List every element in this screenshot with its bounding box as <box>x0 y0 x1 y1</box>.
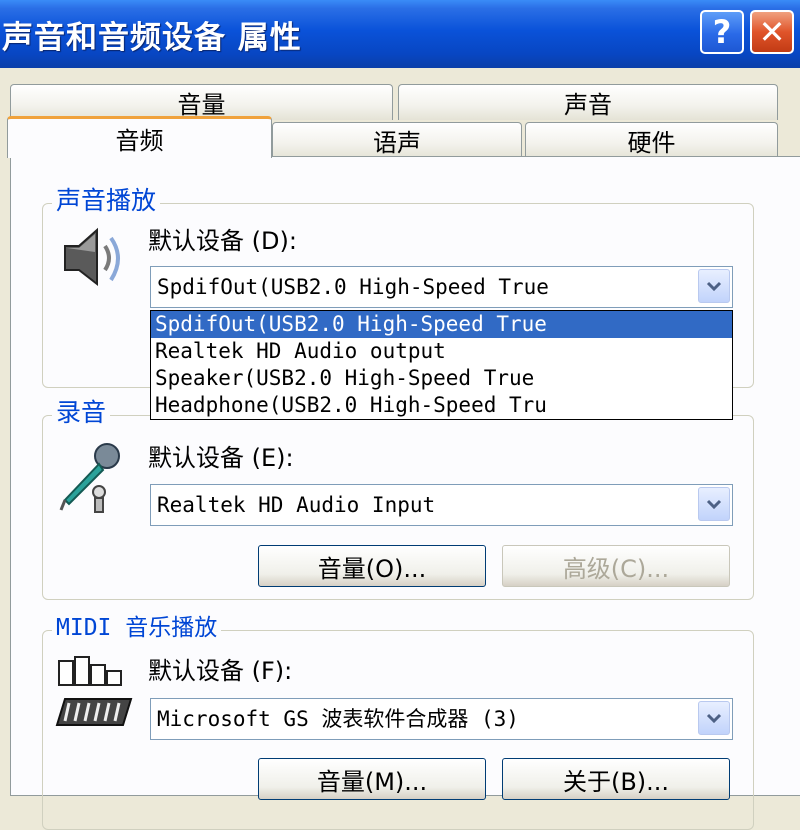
midi-selected-value: Microsoft GS 波表软件合成器 (3) <box>157 707 519 731</box>
chevron-down-icon[interactable] <box>698 487 730 521</box>
chevron-down-icon[interactable] <box>698 701 730 735</box>
tab-label: 硬件 <box>627 129 676 157</box>
midi-keyboard-icon <box>55 656 133 726</box>
tab-label: 语声 <box>373 129 421 157</box>
dropdown-option[interactable]: SpdifOut(USB2.0 High-Speed True <box>151 311 732 338</box>
title-bar[interactable]: 声音和音频设备 属性 ? ✕ <box>0 0 800 68</box>
tab-voice[interactable]: 语声 <box>272 122 522 158</box>
recording-device-select[interactable]: Realtek HD Audio Input <box>150 484 733 526</box>
recording-selected-value: Realtek HD Audio Input <box>157 493 436 517</box>
playback-legend: 声音播放 <box>52 186 161 216</box>
midi-legend: MIDI 音乐播放 <box>52 613 222 643</box>
dropdown-option[interactable]: Headphone(USB2.0 High-Speed Tru <box>151 392 732 419</box>
midi-about-button[interactable]: 关于(B)... <box>502 758 730 800</box>
tab-label: 音频 <box>115 127 164 155</box>
recording-legend: 录音 <box>52 398 111 428</box>
tab-audio[interactable]: 音频 <box>7 116 272 158</box>
tab-label: 声音 <box>564 91 612 119</box>
help-icon: ? <box>712 13 732 51</box>
midi-volume-button[interactable]: 音量(M)... <box>258 758 486 800</box>
playback-selected-value: SpdifOut(USB2.0 High-Speed True <box>157 275 549 299</box>
tab-hardware[interactable]: 硬件 <box>525 122 778 158</box>
recording-advanced-button: 高级(C)... <box>502 545 730 587</box>
playback-device-select[interactable]: SpdifOut(USB2.0 High-Speed True <box>150 266 733 308</box>
tab-label: 音量 <box>177 91 226 119</box>
help-button[interactable]: ? <box>700 10 744 54</box>
dropdown-option[interactable]: Realtek HD Audio output <box>151 338 732 365</box>
window-title: 声音和音频设备 属性 <box>2 20 302 56</box>
button-label: 音量(M)... <box>316 767 428 796</box>
speaker-icon <box>64 227 120 287</box>
close-icon: ✕ <box>758 13 786 51</box>
microphone-icon <box>59 443 120 513</box>
button-label: 高级(C)... <box>562 554 670 583</box>
recording-default-label: 默认设备 (E): <box>148 444 294 472</box>
tab-volume[interactable]: 音量 <box>10 84 393 120</box>
button-label: 音量(O)... <box>317 554 427 583</box>
midi-default-label: 默认设备 (F): <box>148 657 293 685</box>
button-label: 关于(B)... <box>562 767 670 796</box>
tab-sounds[interactable]: 声音 <box>398 84 778 120</box>
close-button[interactable]: ✕ <box>750 10 794 54</box>
recording-volume-button[interactable]: 音量(O)... <box>258 545 486 587</box>
playback-default-label: 默认设备 (D): <box>148 227 297 255</box>
dropdown-option[interactable]: Speaker(USB2.0 High-Speed True <box>151 365 732 392</box>
playback-device-dropdown[interactable]: SpdifOut(USB2.0 High-Speed True Realtek … <box>150 310 733 420</box>
chevron-down-icon[interactable] <box>698 269 730 303</box>
midi-device-select[interactable]: Microsoft GS 波表软件合成器 (3) <box>150 698 733 740</box>
